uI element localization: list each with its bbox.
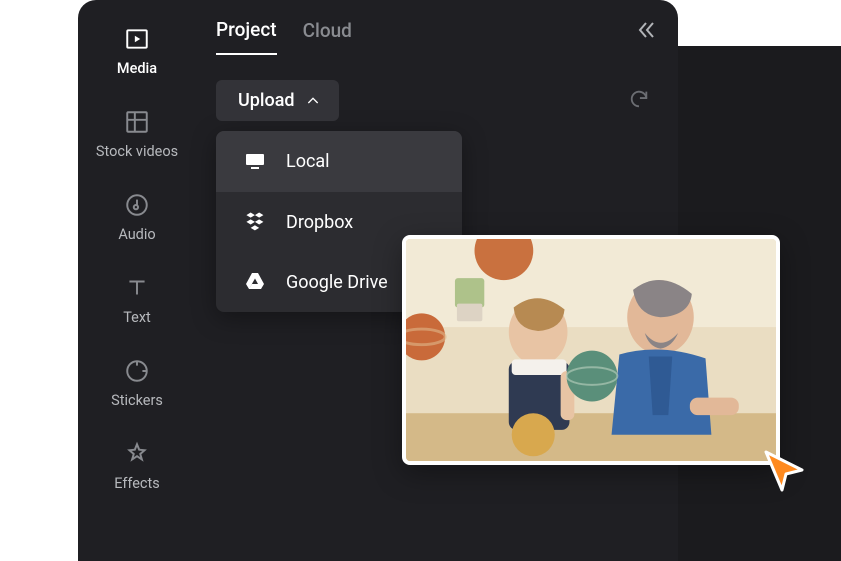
local-icon	[242, 149, 268, 173]
sidebar-item-label: Stickers	[78, 392, 196, 409]
dropdown-item-label: Google Drive	[286, 272, 388, 293]
dropbox-icon	[242, 210, 268, 234]
stock-videos-icon	[122, 107, 152, 137]
tab-cloud[interactable]: Cloud	[303, 19, 352, 54]
dropdown-item-label: Local	[286, 151, 330, 172]
effects-icon	[122, 439, 152, 469]
upload-button-label: Upload	[238, 90, 295, 111]
dropdown-item-label: Dropbox	[286, 212, 353, 233]
chevron-up-icon	[305, 93, 321, 109]
sidebar-item-label: Media	[78, 60, 196, 77]
sidebar: Media Stock videos Audio Text Stickers	[78, 0, 196, 561]
refresh-button[interactable]	[628, 88, 650, 114]
sidebar-item-label: Text	[78, 309, 196, 326]
media-thumbnail-dragging[interactable]	[402, 235, 780, 465]
stickers-icon	[122, 356, 152, 386]
sidebar-item-audio[interactable]: Audio	[78, 180, 196, 255]
tab-row: Project Cloud	[216, 14, 658, 58]
sidebar-item-label: Stock videos	[78, 143, 196, 160]
sidebar-item-stock-videos[interactable]: Stock videos	[78, 97, 196, 172]
refresh-icon	[628, 88, 650, 110]
collapse-panel-button[interactable]	[634, 18, 658, 46]
sidebar-item-effects[interactable]: Effects	[78, 429, 196, 504]
sidebar-item-stickers[interactable]: Stickers	[78, 346, 196, 421]
sidebar-item-label: Audio	[78, 226, 196, 243]
upload-button[interactable]: Upload	[216, 80, 339, 121]
sidebar-item-text[interactable]: Text	[78, 263, 196, 338]
sidebar-item-media[interactable]: Media	[78, 14, 196, 89]
tab-project[interactable]: Project	[216, 18, 277, 55]
audio-icon	[122, 190, 152, 220]
media-icon	[122, 24, 152, 54]
text-icon	[122, 273, 152, 303]
toolbar: Upload	[216, 80, 658, 121]
google-drive-icon	[242, 270, 268, 294]
sidebar-item-label: Effects	[78, 475, 196, 492]
upload-option-local[interactable]: Local	[216, 131, 462, 192]
drag-cursor-icon	[762, 448, 808, 494]
